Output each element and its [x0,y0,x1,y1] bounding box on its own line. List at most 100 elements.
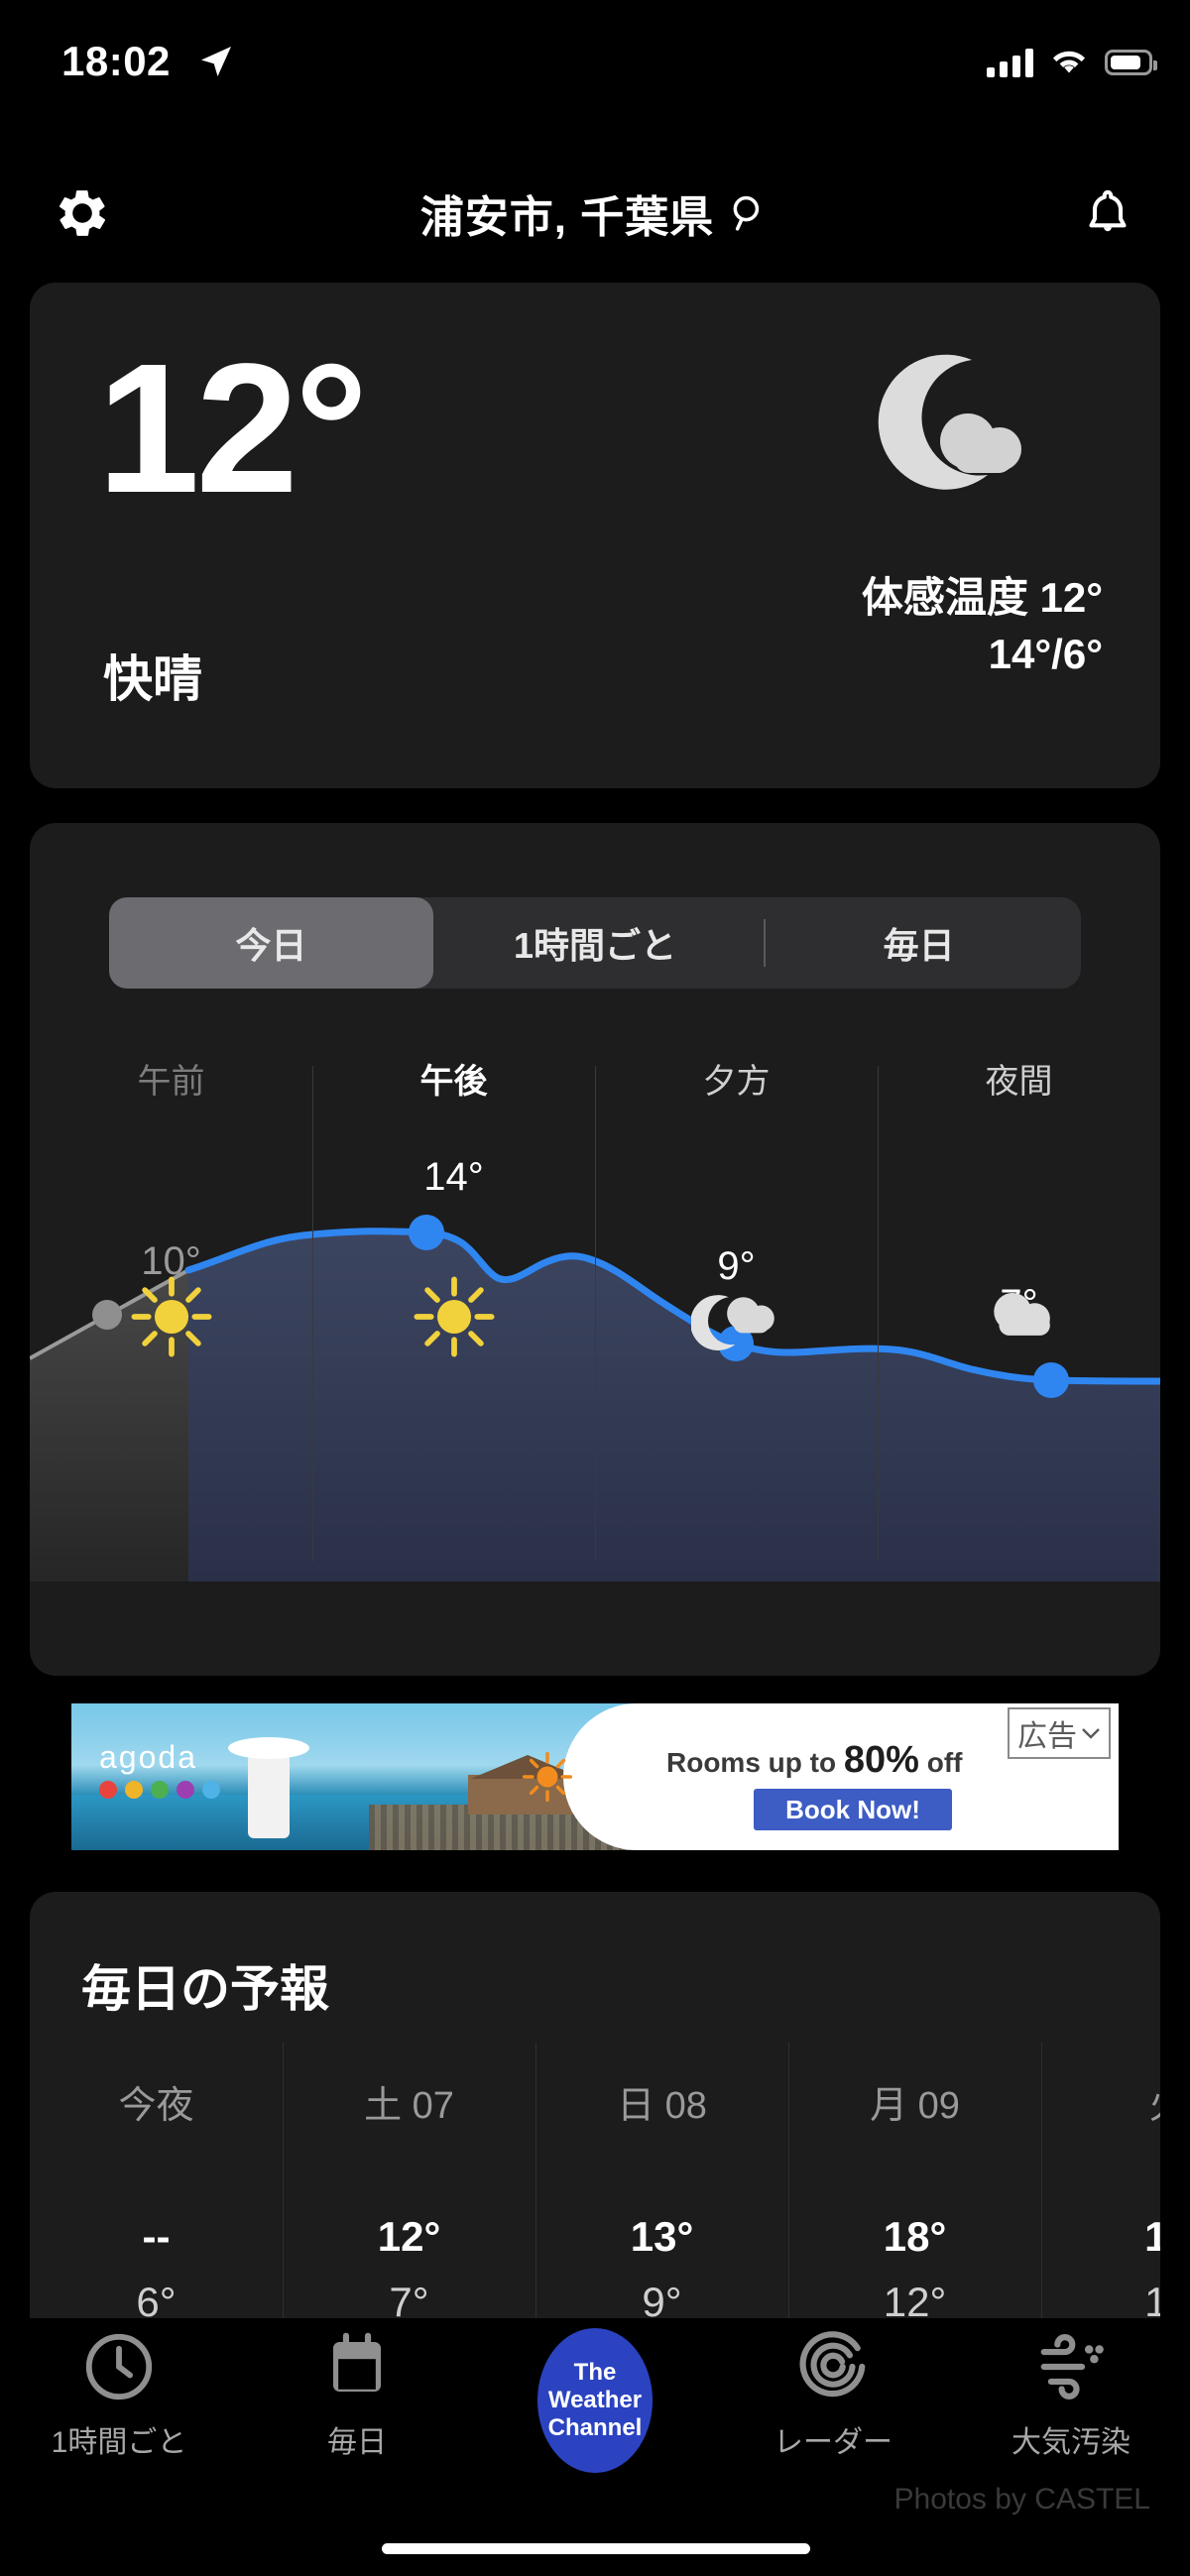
daily-column[interactable]: 土 07 12° 7° [283,2043,536,2360]
chart-label-am: 午前 [137,1063,205,1101]
tab-daily[interactable]: 毎日 [757,897,1081,989]
tab-air-quality-nav[interactable]: 大気汚染 [952,2328,1190,2473]
status-bar: 18:02 [0,0,1190,109]
daily-forecast-grid: 今夜 -- 6° 土 07 12° 7° 日 08 13° 9° 月 09 18… [30,2043,1160,2360]
ad-cta-button[interactable]: Book Now! [754,1789,952,1830]
ad-badge-label: 広告 [1017,1720,1077,1753]
tab-air-quality-nav-label: 大気汚染 [1012,2426,1130,2459]
location-arrow-icon [201,47,231,76]
forecast-tab-group: 今日 1時間ごと 毎日 [109,897,1081,989]
tab-radar-nav-label: レーダー [774,2426,892,2459]
daily-day-label: 土 07 [364,2085,454,2127]
settings-button[interactable] [50,180,115,246]
logo-line-2: Weather [547,2386,643,2413]
calendar-icon [332,2332,382,2393]
status-bar-time: 18:02 [61,38,171,84]
daily-high-temp: -- [142,2213,171,2260]
ad-person [248,1745,290,1838]
daily-high-temp: 17 [1144,2213,1160,2260]
advertisement-banner[interactable]: agoda Rooms up to 80% off Book Now! 広告 [71,1703,1119,1850]
clock-icon [85,2333,153,2400]
radar-icon [799,2331,866,2398]
current-temperature: 12° [97,326,368,531]
chart-label-night: 夜間 [985,1063,1053,1101]
chart-icon-pm-wrap [312,1274,595,1359]
chevron-down-icon [1082,1728,1100,1739]
ad-disclosure-badge[interactable]: 広告 [1008,1707,1111,1759]
today-temperature-chart[interactable]: 午前 10° 午後 14° 夕方 9° 夜間 [30,1026,1160,1581]
tab-daily-nav-label: 毎日 [327,2426,387,2459]
weather-app-screen: 18:02 浦安市, 千葉県 12° 快晴 体感温度 12° 14°/6° 今日… [0,0,1190,2576]
app-header: 浦安市, 千葉県 [0,149,1190,278]
battery-icon [1105,50,1157,75]
chart-column-night[interactable]: 夜間 7° [878,1026,1160,1581]
daily-column[interactable]: 火 17 14 [1041,2043,1160,2360]
bottom-tab-bar: 1時間ごと 毎日 The Weather Channel レーダー 大気汚染 P… [0,2318,1190,2576]
chart-icon-am-wrap [30,1274,312,1359]
current-details: 体感温度 12° 14°/6° [862,570,1103,682]
moon-cloud-icon [878,354,1021,490]
ad-sun-icon [522,1751,573,1803]
daily-high-temp: 12° [377,2213,441,2260]
logo-line-3: Channel [547,2414,643,2442]
daily-column[interactable]: 月 09 18° 12° [788,2043,1041,2360]
tab-home-nav[interactable]: The Weather Channel [476,2328,714,2473]
home-indicator[interactable] [382,2543,810,2554]
chart-column-pm[interactable]: 午後 14° [312,1026,595,1581]
tab-hourly-nav[interactable]: 1時間ごと [0,2328,238,2473]
daily-forecast-title: 毎日の予報 [81,1961,329,2017]
cellular-signal-icon [987,48,1033,77]
chart-label-evening: 夕方 [702,1063,771,1101]
daily-day-label: 月 09 [870,2085,960,2127]
daily-high-temp: 13° [630,2213,694,2260]
chart-icon-night-wrap [878,1274,1160,1359]
daily-column[interactable]: 日 08 13° 9° [536,2043,788,2360]
feels-like-text: 体感温度 12° [861,574,1103,621]
logo-line-1: The [573,2358,617,2386]
ad-brand-logo: agoda [99,1739,197,1775]
today-forecast-card: 今日 1時間ごと 毎日 午前 10° 午後 14° 夕方 9° 夜間 [30,823,1160,1676]
tab-radar-nav[interactable]: レーダー [714,2328,952,2473]
tab-today-label: 今日 [235,925,307,966]
location-title-group[interactable]: 浦安市, 千葉県 [420,181,770,245]
high-low-text: 14°/6° [988,630,1103,677]
ad-headline-suffix: off [918,1747,963,1778]
tab-hourly-nav-label: 1時間ごと [51,2426,187,2459]
sun-icon [414,1276,494,1357]
moon-cloud-icon [690,1295,774,1350]
chart-column-evening[interactable]: 夕方 9° [595,1026,878,1581]
chart-column-am[interactable]: 午前 10° [30,1026,312,1581]
daily-day-label: 今夜 [118,2085,194,2127]
daily-day-label: 火 [1041,2074,1160,2129]
gear-icon [59,190,106,236]
ad-headline-strong: 80% [843,1739,919,1781]
tab-hourly-label: 1時間ごと [513,925,677,966]
bottom-tab-list: 1時間ごと 毎日 The Weather Channel レーダー 大気汚染 [0,2328,1190,2473]
tab-hourly[interactable]: 1時間ごと [433,897,758,989]
weather-channel-logo: The Weather Channel [537,2328,653,2473]
daily-forecast-card: 毎日の予報 今夜 -- 6° 土 07 12° 7° 日 08 13° 9° 月… [30,1892,1160,2368]
ad-hat [228,1737,309,1759]
chart-temp-pm: 14° [423,1155,484,1199]
ad-headline: Rooms up to 80% off [666,1739,962,1782]
current-conditions-card: 12° 快晴 体感温度 12° 14°/6° [30,283,1160,788]
chart-icon-evening-wrap [595,1274,878,1359]
wifi-icon [1053,51,1085,73]
ad-headline-prefix: Rooms up to [666,1747,844,1778]
current-condition-text: 快晴 [103,651,202,707]
search-icon[interactable] [728,192,770,234]
ad-brand-dots [99,1781,220,1799]
daily-column[interactable]: 今夜 -- 6° [30,2043,283,2360]
air-quality-icon [1040,2334,1104,2400]
tab-today[interactable]: 今日 [109,897,433,989]
chart-columns: 午前 10° 午後 14° 夕方 9° 夜間 [30,1026,1160,1581]
tab-daily-nav[interactable]: 毎日 [238,2328,476,2473]
alerts-button[interactable] [1075,180,1140,246]
page-title: 浦安市, 千葉県 [419,193,715,242]
sun-icon [131,1276,211,1357]
bell-icon [1089,189,1127,232]
cloud-icon [993,1293,1050,1336]
photo-credit-watermark: Photos by CASTEL [893,2483,1150,2516]
chart-label-pm: 午後 [419,1063,488,1101]
daily-day-label: 日 08 [617,2085,707,2127]
